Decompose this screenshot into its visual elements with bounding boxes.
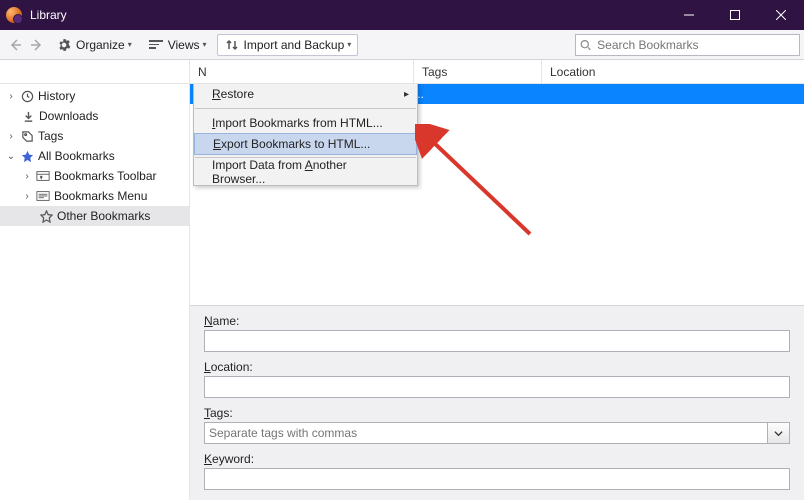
window-controls (666, 0, 804, 30)
organize-label: Organize (76, 38, 125, 52)
name-label: Name: (204, 314, 790, 328)
minimize-button[interactable] (666, 0, 712, 30)
form-row-tags: Tags: (204, 406, 790, 444)
sidebar: › History Downloads › Tags ⌄ All Bookmar… (0, 84, 190, 500)
form-row-location: Location: (204, 360, 790, 398)
sidebar-item-downloads[interactable]: Downloads (0, 106, 189, 126)
chevron-down-icon: ▾ (347, 40, 351, 49)
details-form: Name: Location: Tags: Keyword: (190, 305, 804, 500)
clock-icon (19, 88, 35, 104)
download-icon (20, 108, 36, 124)
menu-item-import-browser[interactable]: Import Data from Another Browser... (194, 161, 417, 183)
nav-forward-button[interactable] (27, 34, 47, 56)
bookmarks-menu-label: Bookmarks Menu (54, 189, 147, 203)
main-pane: ... Backup... Restore ▸ Import Bookmarks… (190, 84, 804, 500)
bookmarks-toolbar-label: Bookmarks Toolbar (54, 169, 157, 183)
chevron-right-icon[interactable]: › (6, 91, 16, 102)
import-backup-button[interactable]: Import and Backup ▾ (217, 34, 359, 56)
chevron-down-icon (774, 429, 783, 438)
sidebar-item-bookmarks-menu[interactable]: › Bookmarks Menu (0, 186, 189, 206)
other-bookmarks-label: Other Bookmarks (57, 209, 150, 223)
search-input[interactable] (595, 37, 795, 53)
tags-dropdown-button[interactable] (768, 422, 790, 444)
bookmarks-list[interactable]: ... Backup... Restore ▸ Import Bookmarks… (190, 84, 804, 305)
maximize-button[interactable] (712, 0, 758, 30)
menu-item-restore[interactable]: Restore ▸ (194, 84, 417, 105)
column-headers: N Tags Location (0, 60, 804, 84)
menu-item-import-html[interactable]: Import Bookmarks from HTML... (194, 112, 417, 134)
chevron-down-icon: ▾ (128, 40, 132, 49)
window-title: Library (28, 8, 67, 22)
star-outline-icon (38, 208, 54, 224)
views-icon (148, 37, 164, 53)
annotation-arrow (415, 124, 545, 254)
nav-back-button[interactable] (5, 34, 25, 56)
history-label: History (38, 89, 75, 103)
sidebar-header-spacer (0, 60, 190, 83)
import-html-label: Import Bookmarks from HTML... (212, 116, 383, 130)
sidebar-item-tags[interactable]: › Tags (0, 126, 189, 146)
close-button[interactable] (758, 0, 804, 30)
toolbar: Organize ▾ Views ▾ Import and Backup ▾ (0, 30, 804, 60)
chevron-right-icon[interactable]: › (22, 171, 32, 182)
app-icon (6, 7, 22, 23)
sidebar-item-history[interactable]: › History (0, 86, 189, 106)
tags-label: Tags (38, 129, 63, 143)
form-row-name: Name: (204, 314, 790, 352)
restore-label: Restore (212, 87, 254, 101)
search-box[interactable] (575, 34, 800, 56)
import-export-icon (224, 37, 240, 53)
chevron-right-icon[interactable]: › (6, 131, 16, 142)
star-icon (19, 148, 35, 164)
tags-label: Tags: (204, 406, 790, 420)
chevron-down-icon[interactable]: ⌄ (6, 151, 16, 162)
menu-separator (195, 108, 416, 109)
import-backup-menu: Backup... Restore ▸ Import Bookmarks fro… (193, 84, 418, 186)
sidebar-item-all-bookmarks[interactable]: ⌄ All Bookmarks (0, 146, 189, 166)
views-label: Views (168, 38, 200, 52)
column-name[interactable]: N (190, 60, 414, 83)
all-bookmarks-label: All Bookmarks (38, 149, 115, 163)
export-html-label: Export Bookmarks to HTML... (213, 137, 370, 151)
location-input[interactable] (204, 376, 790, 398)
sidebar-item-bookmarks-toolbar[interactable]: › Bookmarks Toolbar (0, 166, 189, 186)
column-tags[interactable]: Tags (414, 60, 542, 83)
downloads-label: Downloads (39, 109, 98, 123)
keyword-input[interactable] (204, 468, 790, 490)
titlebar: Library (0, 0, 804, 30)
name-input[interactable] (204, 330, 790, 352)
search-icon (580, 39, 591, 51)
bookmarks-toolbar-icon (35, 168, 51, 184)
organize-button[interactable]: Organize ▾ (50, 34, 138, 56)
submenu-arrow-icon: ▸ (404, 89, 409, 100)
import-backup-label: Import and Backup (244, 38, 345, 52)
tag-icon (19, 128, 35, 144)
form-row-keyword: Keyword: (204, 452, 790, 490)
menu-item-export-html[interactable]: Export Bookmarks to HTML... (194, 133, 417, 155)
keyword-label: Keyword: (204, 452, 790, 466)
location-label: Location: (204, 360, 790, 374)
chevron-right-icon[interactable]: › (22, 191, 32, 202)
views-button[interactable]: Views ▾ (142, 34, 213, 56)
column-location[interactable]: Location (542, 60, 804, 83)
bookmarks-menu-icon (35, 188, 51, 204)
chevron-down-icon: ▾ (203, 40, 207, 49)
sidebar-item-other-bookmarks[interactable]: Other Bookmarks (0, 206, 189, 226)
tags-input[interactable] (204, 422, 768, 444)
import-browser-label: Import Data from Another Browser... (212, 158, 395, 186)
gear-icon (56, 37, 72, 53)
